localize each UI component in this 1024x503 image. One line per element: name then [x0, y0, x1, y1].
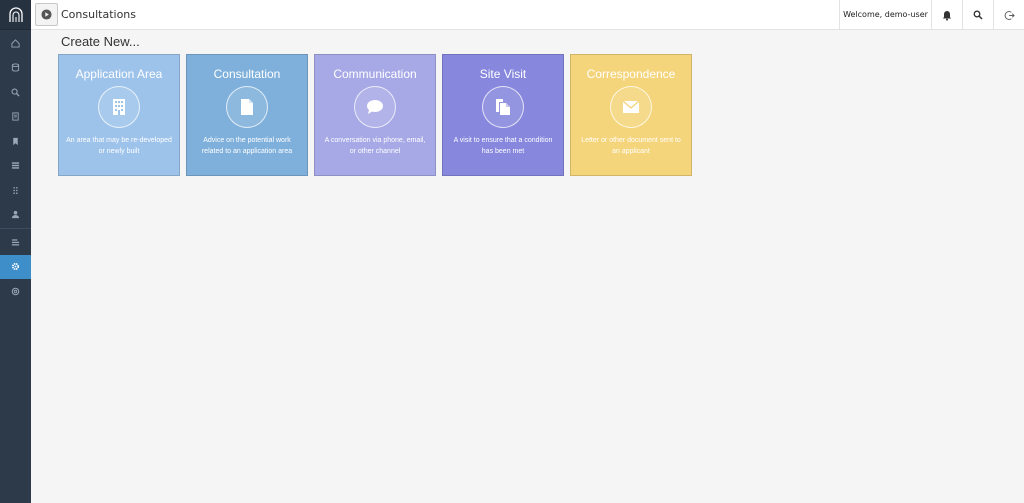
search-icon — [11, 88, 20, 97]
play-circle-icon — [41, 9, 52, 20]
sidebar-divider — [0, 228, 31, 229]
card-communication[interactable]: Communication A conversation via phone, … — [314, 54, 436, 176]
card-icon-circle — [98, 86, 140, 128]
card-icon-circle — [226, 86, 268, 128]
card-consultation[interactable]: Consultation Advice on the potential wor… — [186, 54, 308, 176]
card-description: A visit to ensure that a condition has b… — [453, 137, 553, 155]
bookmark-icon — [13, 137, 18, 145]
welcome-user-menu[interactable]: Welcome, demo-user — [839, 0, 931, 30]
sidebar-item-settings[interactable] — [0, 254, 31, 279]
card-description: Advice on the potential work related to … — [201, 137, 293, 155]
search-button[interactable] — [962, 0, 993, 30]
sidebar-item-user[interactable] — [0, 203, 31, 228]
database-icon — [11, 63, 20, 72]
sidebar-item-grid[interactable] — [0, 178, 31, 203]
card-icon-circle — [482, 86, 524, 128]
sidebar-item-list[interactable] — [0, 154, 31, 179]
collection-icon — [11, 239, 20, 246]
toggle-menu-button[interactable] — [35, 3, 58, 26]
page-title: Consultations — [61, 8, 136, 21]
card-correspondence[interactable]: Correspondence Letter or other document … — [570, 54, 692, 176]
sidebar-item-collection[interactable] — [0, 230, 31, 255]
sidebar-item-database[interactable] — [0, 56, 31, 81]
card-title: Application Area — [75, 67, 163, 81]
card-icon-circle — [610, 86, 652, 128]
notifications-button[interactable] — [931, 0, 962, 30]
search-icon — [973, 10, 983, 20]
chat-bubble-icon — [367, 100, 383, 114]
logout-icon — [1004, 10, 1015, 20]
bell-icon — [943, 10, 951, 21]
top-bar: Consultations Welcome, demo-user — [31, 0, 1024, 30]
logo-arch-icon — [8, 6, 23, 22]
sidebar-item-home[interactable] — [0, 31, 31, 56]
card-title: Site Visit — [479, 67, 527, 81]
card-title: Consultation — [213, 67, 281, 81]
logout-button[interactable] — [993, 0, 1024, 30]
help-circle-icon — [11, 287, 20, 296]
card-title: Correspondence — [586, 67, 676, 81]
settings-gear-icon — [11, 263, 20, 271]
card-title: Communication — [333, 67, 417, 81]
sidebar-item-bookmarks[interactable] — [0, 129, 31, 154]
create-new-heading: Create New... — [61, 34, 140, 49]
sidebar — [0, 0, 31, 503]
card-description: A conversation via phone, email, or othe… — [324, 137, 426, 155]
sidebar-item-help[interactable] — [0, 279, 31, 304]
list-icon — [11, 162, 20, 169]
sidebar-item-search[interactable] — [0, 80, 31, 105]
building-icon — [113, 99, 125, 115]
card-description: An area that may be re-developed or newl… — [66, 137, 172, 155]
envelope-icon — [622, 100, 640, 113]
user-icon — [11, 211, 20, 219]
sidebar-item-reports[interactable] — [0, 105, 31, 130]
dots-grid-icon — [13, 186, 18, 194]
report-icon — [12, 112, 19, 121]
card-application-area[interactable]: Application Area An area that may be re-… — [58, 54, 180, 176]
app-logo[interactable] — [0, 0, 31, 30]
document-icon — [241, 99, 253, 115]
card-site-visit[interactable]: Site Visit A visit to ensure that a cond… — [442, 54, 564, 176]
card-description: Letter or other document sent to an appl… — [581, 137, 681, 155]
card-icon-circle — [354, 86, 396, 128]
home-icon — [11, 39, 20, 48]
copy-files-icon — [496, 99, 510, 115]
